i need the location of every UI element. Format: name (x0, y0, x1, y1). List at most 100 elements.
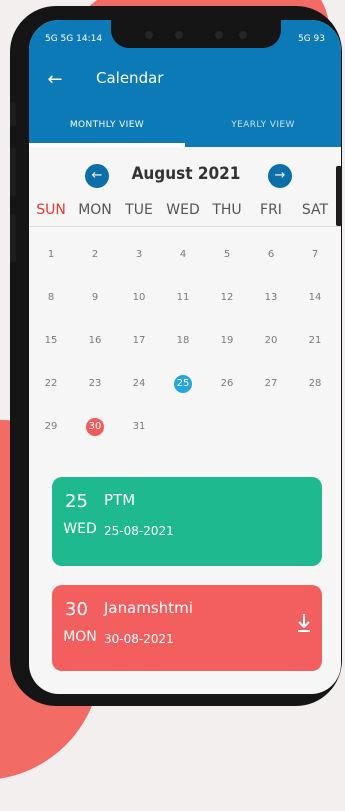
calendar-day[interactable]: 6 (249, 234, 293, 276)
calendar-day[interactable]: 31 (117, 406, 161, 448)
event-title: PTM (104, 491, 136, 509)
day-number: 1 (47, 249, 55, 260)
calendar-day[interactable]: 3 (117, 234, 161, 276)
calendar-day[interactable]: 7 (293, 234, 337, 276)
tab-yearly-view[interactable]: YEARLY VIEW (185, 108, 341, 147)
event-title: Janamshtmi (104, 599, 193, 617)
day-number: 5 (223, 249, 231, 260)
day-number: 9 (91, 292, 99, 303)
day-number: 7 (311, 249, 319, 260)
phone-notch (111, 20, 281, 48)
phone-side-button (10, 102, 16, 126)
event-date: 30-08-2021 (104, 632, 174, 646)
calendar-day-holiday[interactable]: 30 (73, 406, 117, 448)
chevron-left-icon[interactable]: ← (85, 164, 109, 188)
day-number: 31 (132, 421, 146, 432)
phone-side-button (10, 214, 16, 262)
calendar-day[interactable]: 21 (293, 320, 337, 362)
day-number: 2 (91, 249, 99, 260)
weekday-thu: THU (212, 202, 242, 218)
phone-power-button (336, 166, 342, 226)
day-number: 4 (179, 249, 187, 260)
calendar-day[interactable]: 20 (249, 320, 293, 362)
month-label: August 2021 (131, 164, 241, 184)
weekday-tue: TUE (125, 202, 153, 218)
calendar-day[interactable]: 28 (293, 363, 337, 405)
calendar-day[interactable]: 15 (29, 320, 73, 362)
event-day-number: 25 (65, 491, 88, 512)
event-day-name: MON (63, 629, 97, 645)
day-number: 14 (308, 292, 322, 303)
phone-frame: 5G 5G 14:14 5G 93 ← Calendar MONTHLY VIE… (10, 6, 342, 706)
day-number: 13 (264, 292, 278, 303)
day-number: 28 (308, 378, 322, 389)
day-number: 23 (88, 378, 102, 389)
day-number: 15 (44, 335, 58, 346)
calendar-day[interactable]: 29 (29, 406, 73, 448)
calendar-day[interactable]: 13 (249, 277, 293, 319)
day-number: 18 (176, 335, 190, 346)
event-card-ptm[interactable]: 25 WED PTM 25-08-2021 (52, 477, 322, 566)
camera-icon (145, 31, 153, 39)
event-day-number: 30 (65, 599, 88, 620)
month-navigation: ← August 2021 → (29, 160, 341, 192)
day-number: 6 (267, 249, 275, 260)
calendar-day[interactable]: 17 (117, 320, 161, 362)
day-number: 12 (220, 292, 234, 303)
page-title: Calendar (96, 69, 164, 87)
weekday-wed: WED (166, 202, 200, 218)
app-screen: 5G 5G 14:14 5G 93 ← Calendar MONTHLY VIE… (29, 20, 341, 694)
weekday-fri: FRI (260, 202, 282, 218)
back-arrow-icon[interactable]: ← (43, 68, 67, 92)
calendar-day[interactable]: 10 (117, 277, 161, 319)
day-number: 16 (88, 335, 102, 346)
calendar-day[interactable]: 22 (29, 363, 73, 405)
day-number: 30 (86, 418, 104, 436)
calendar-day[interactable]: 2 (73, 234, 117, 276)
download-icon[interactable] (296, 613, 312, 633)
weekday-sat: SAT (301, 202, 329, 218)
calendar-day[interactable]: 9 (73, 277, 117, 319)
day-number: 8 (47, 292, 55, 303)
calendar-day[interactable]: 19 (205, 320, 249, 362)
status-left: 5G 5G 14:14 (45, 34, 103, 44)
calendar-day[interactable]: 12 (205, 277, 249, 319)
calendar-day[interactable]: 5 (205, 234, 249, 276)
calendar-day[interactable]: 24 (117, 363, 161, 405)
chevron-right-icon[interactable]: → (268, 164, 292, 188)
calendar-day[interactable]: 16 (73, 320, 117, 362)
tab-monthly-view[interactable]: MONTHLY VIEW (29, 108, 185, 147)
day-number: 24 (132, 378, 146, 389)
status-right: 5G 93 (297, 34, 325, 44)
calendar-day[interactable]: 23 (73, 363, 117, 405)
view-tabs: MONTHLY VIEW YEARLY VIEW (29, 108, 341, 147)
day-number: 17 (132, 335, 146, 346)
calendar-day[interactable]: 14 (293, 277, 337, 319)
camera-icon (175, 31, 183, 39)
calendar-day-today[interactable]: 25 (161, 363, 205, 405)
calendar-day[interactable]: 11 (161, 277, 205, 319)
event-card-janamshtmi[interactable]: 30 MON Janamshtmi 30-08-2021 (52, 585, 322, 671)
day-number: 10 (132, 292, 146, 303)
day-number: 11 (176, 292, 190, 303)
day-number: 21 (308, 335, 322, 346)
day-number: 25 (174, 375, 192, 393)
event-day-name: WED (63, 521, 97, 537)
day-number: 22 (44, 378, 58, 389)
weekday-mon: MON (78, 202, 112, 218)
calendar-day[interactable]: 26 (205, 363, 249, 405)
phone-side-button (10, 148, 16, 196)
weekday-header: SUN MON TUE WED THU FRI SAT (29, 202, 341, 227)
day-number: 19 (220, 335, 234, 346)
weekday-sun: SUN (36, 202, 66, 218)
day-number: 20 (264, 335, 278, 346)
calendar-day[interactable]: 18 (161, 320, 205, 362)
calendar-day[interactable]: 1 (29, 234, 73, 276)
calendar-day[interactable]: 8 (29, 277, 73, 319)
day-number: 27 (264, 378, 278, 389)
camera-icon (215, 31, 223, 39)
day-number: 29 (44, 421, 58, 432)
day-number: 26 (220, 378, 234, 389)
calendar-day[interactable]: 27 (249, 363, 293, 405)
calendar-day[interactable]: 4 (161, 234, 205, 276)
